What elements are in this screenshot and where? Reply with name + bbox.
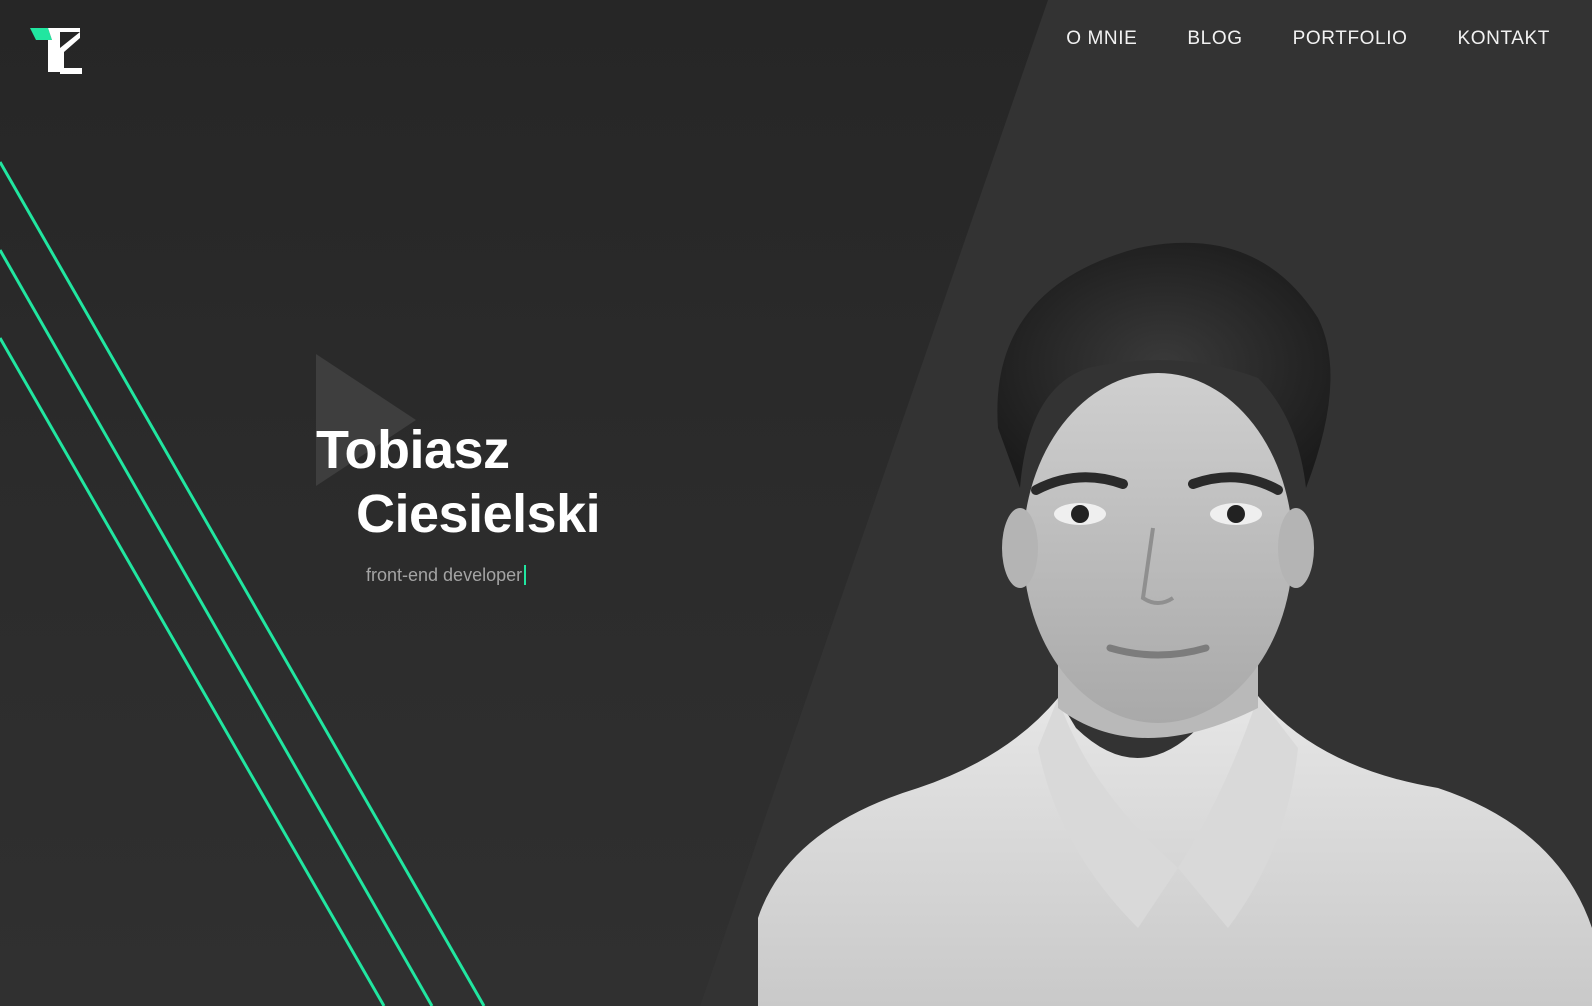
nav-link-portfolio[interactable]: PORTFOLIO	[1293, 28, 1408, 50]
portrait-photo	[758, 242, 1592, 1006]
hero-first-name: Tobiasz	[316, 420, 510, 480]
hero-role: front-end developer	[366, 564, 527, 586]
nav-link-contact[interactable]: KONTAKT	[1457, 28, 1550, 50]
site-logo[interactable]	[30, 28, 82, 78]
tc-monogram-logo-icon	[30, 28, 82, 74]
main-navigation: O MNIE BLOG PORTFOLIO KONTAKT	[1066, 28, 1550, 50]
hero-last-name: Ciesielski	[356, 484, 601, 544]
nav-link-blog[interactable]: BLOG	[1187, 28, 1242, 50]
hero-role-text: front-end developer	[366, 565, 523, 585]
typing-cursor	[524, 565, 527, 585]
nav-link-about[interactable]: O MNIE	[1066, 28, 1137, 50]
